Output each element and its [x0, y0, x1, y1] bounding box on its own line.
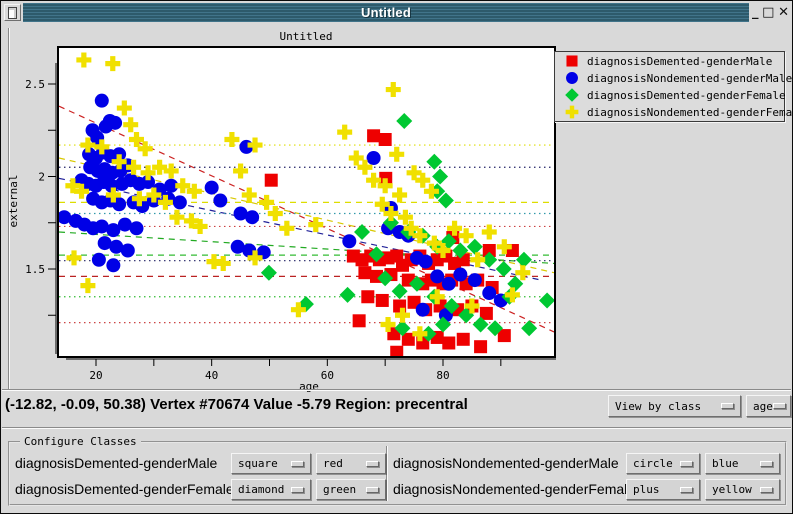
window-title: Untitled [361, 3, 411, 22]
configure-divider [386, 446, 388, 501]
option-menu-indicator-icon [680, 461, 693, 467]
axis-dropdown[interactable]: age [746, 395, 791, 417]
separator [2, 389, 791, 391]
vertex-status-text: (-12.82, -0.09, 50.38) Vertex #70674 Val… [5, 393, 595, 417]
legend-item: diagnosisNondemented-genderMale [564, 70, 784, 86]
color-dropdown-label: red [323, 457, 343, 470]
shape-dropdown-nondemented-male[interactable]: circle [626, 453, 700, 474]
shape-dropdown-demented-male[interactable]: square [231, 453, 311, 474]
window-menu-button[interactable] [4, 4, 21, 21]
class-label-nondemented-male: diagnosisNondemented-genderMale [393, 453, 619, 474]
option-menu-indicator-icon [366, 461, 379, 467]
legend-item: diagnosisDemented-genderFemale [564, 87, 784, 103]
color-dropdown-demented-female[interactable]: green [316, 479, 386, 500]
svg-text:external: external [7, 175, 20, 228]
configure-classes-frame: Configure Classes diagnosisDemented-gend… [8, 441, 787, 506]
view-by-dropdown[interactable]: View by class [608, 395, 741, 417]
legend-label: diagnosisDemented-genderMale [587, 55, 772, 68]
yellow-plus-icon [564, 104, 580, 120]
shape-dropdown-label: plus [633, 483, 660, 496]
red-square-icon [564, 53, 580, 69]
svg-text:Untitled: Untitled [280, 30, 333, 43]
color-dropdown-label: green [323, 483, 356, 496]
legend-label: diagnosisNondemented-genderMale [587, 72, 792, 85]
color-dropdown-label: blue [712, 457, 739, 470]
color-dropdown-nondemented-female[interactable]: yellow [705, 479, 780, 500]
class-label-nondemented-female: diagnosisNondemented-genderFemale [393, 479, 635, 500]
legend: diagnosisDemented-genderMale diagnosisNo… [554, 51, 785, 122]
legend-item: diagnosisDemented-genderMale [564, 53, 784, 69]
shape-dropdown-label: square [238, 457, 278, 470]
svg-text:age: age [299, 380, 319, 393]
color-dropdown-label: yellow [712, 483, 752, 496]
svg-text:2: 2 [38, 171, 45, 184]
class-label-demented-male: diagnosisDemented-genderMale [15, 453, 217, 474]
svg-text:80: 80 [436, 369, 449, 382]
window-titlebar[interactable]: Untitled [23, 3, 749, 22]
legend-label: diagnosisNondemented-genderFemale [587, 106, 793, 119]
color-dropdown-nondemented-male[interactable]: blue [705, 453, 780, 474]
svg-text:40: 40 [205, 369, 218, 382]
minimize-icon[interactable]: _ [752, 4, 759, 21]
svg-text:1.5: 1.5 [25, 263, 45, 276]
color-dropdown-demented-male[interactable]: red [316, 453, 386, 474]
axis-dropdown-label: age [753, 400, 773, 413]
close-icon[interactable]: ✕ [778, 4, 789, 21]
option-menu-indicator-icon [773, 403, 786, 409]
shape-dropdown-nondemented-female[interactable]: plus [626, 479, 700, 500]
maximize-icon[interactable]: □ [762, 4, 774, 21]
option-menu-indicator-icon [760, 461, 773, 467]
legend-label: diagnosisDemented-genderFemale [587, 89, 786, 102]
view-by-dropdown-label: View by class [615, 400, 701, 413]
window-controls: _ □ ✕ [749, 3, 792, 22]
option-menu-indicator-icon [721, 403, 734, 409]
svg-text:2.5: 2.5 [25, 78, 45, 91]
option-menu-indicator-icon [291, 461, 304, 467]
class-label-demented-female: diagnosisDemented-genderFemale [15, 479, 234, 500]
shape-dropdown-label: circle [633, 457, 673, 470]
legend-item: diagnosisNondemented-genderFemale [564, 104, 784, 120]
svg-text:60: 60 [321, 369, 334, 382]
shape-dropdown-label: diamond [238, 483, 284, 496]
app-window: Untitled _ □ ✕ 2.5 2 1.5 20 40 60 80 Untitled ag… [0, 0, 793, 514]
option-menu-indicator-icon [680, 487, 693, 493]
svg-text:20: 20 [89, 369, 102, 382]
green-diamond-icon [564, 87, 580, 103]
document-icon [8, 7, 17, 19]
option-menu-indicator-icon [291, 487, 304, 493]
separator [2, 427, 791, 429]
configure-classes-title: Configure Classes [20, 435, 141, 448]
scatter-plot-canvas[interactable]: 2.5 2 1.5 20 40 60 80 Untitled age external [1, 23, 561, 393]
shape-dropdown-demented-female[interactable]: diamond [231, 479, 311, 500]
option-menu-indicator-icon [760, 487, 773, 493]
blue-circle-icon [564, 70, 580, 86]
option-menu-indicator-icon [366, 487, 379, 493]
